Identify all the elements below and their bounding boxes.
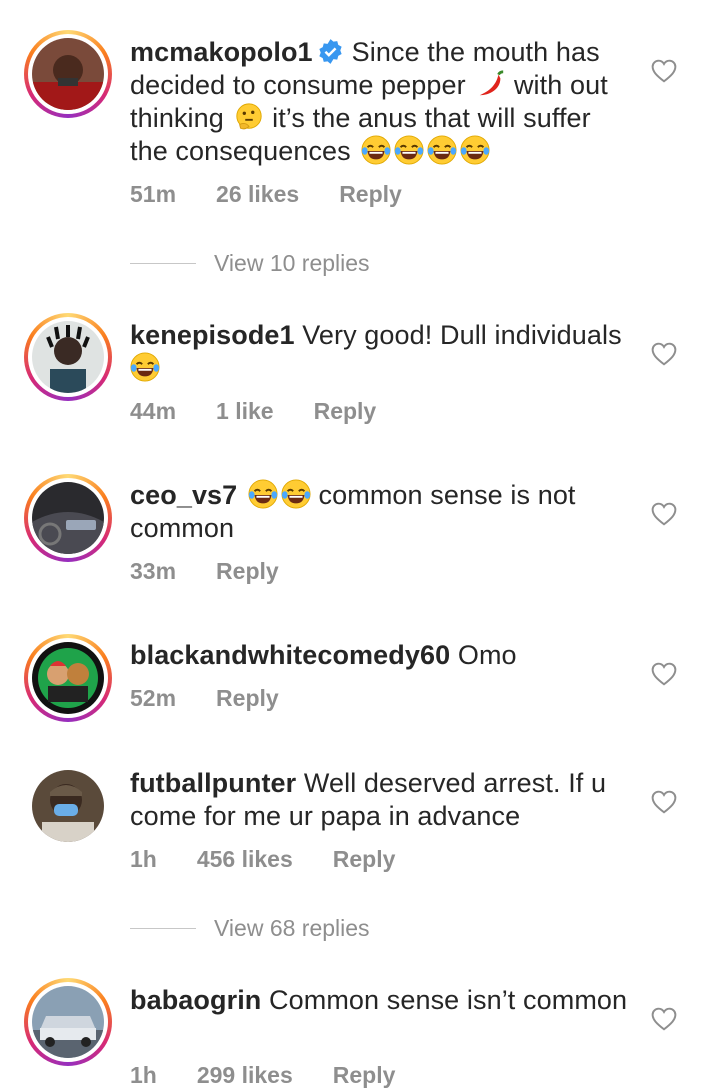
username[interactable]: mcmakopolo1 — [130, 37, 313, 67]
divider-line — [130, 928, 196, 929]
username[interactable]: ceo_vs7 — [130, 480, 237, 510]
timestamp: 51m — [130, 181, 177, 207]
comment-meta: 33m Reply — [130, 558, 319, 585]
username[interactable]: babaogrin — [130, 985, 261, 1015]
comment-text: blackandwhitecomedy60 Omo — [130, 639, 630, 672]
timestamp: 1h — [130, 1062, 157, 1088]
face-with-tears-of-joy-icon — [248, 479, 278, 509]
avatar[interactable] — [24, 30, 112, 118]
comment-text: ceo_vs7 common sense is not common — [130, 479, 630, 545]
timestamp: 1h — [130, 846, 157, 872]
avatar[interactable] — [24, 474, 112, 562]
reply-button[interactable]: Reply — [339, 181, 402, 208]
username[interactable]: futballpunter — [130, 768, 296, 798]
like-count[interactable]: 456 likes — [197, 846, 293, 873]
comment-meta: 1h 299 likes Reply — [130, 1062, 435, 1089]
avatar[interactable] — [24, 978, 112, 1066]
reply-button[interactable]: Reply — [333, 1062, 396, 1089]
username[interactable]: blackandwhitecomedy60 — [130, 640, 450, 670]
avatar[interactable] — [24, 762, 112, 850]
view-replies-button[interactable]: View 10 replies — [130, 250, 370, 277]
view-replies-label[interactable]: View 68 replies — [214, 915, 370, 942]
reply-button[interactable]: Reply — [314, 398, 377, 425]
comment-text: futballpunter Well deserved arrest. If u… — [130, 767, 630, 833]
comment-body: Very good! Dull individuals — [302, 320, 622, 350]
like-heart-icon[interactable] — [651, 342, 677, 366]
face-with-tears-of-joy-icon — [394, 135, 424, 165]
face-with-tears-of-joy-icon — [427, 135, 457, 165]
like-heart-icon[interactable] — [651, 662, 677, 686]
face-with-tears-of-joy-icon — [130, 352, 160, 382]
view-replies-button[interactable]: View 68 replies — [130, 915, 370, 942]
comment-meta: 44m 1 like Reply — [130, 398, 416, 425]
comment-text: babaogrin Common sense isn’t common — [130, 984, 630, 1017]
reply-button[interactable]: Reply — [216, 558, 279, 585]
comment-body: Common sense isn’t common — [269, 985, 628, 1015]
reply-button[interactable]: Reply — [216, 685, 279, 712]
comment-body: Omo — [457, 640, 517, 670]
face-with-tears-of-joy-icon — [460, 135, 490, 165]
like-count[interactable]: 299 likes — [197, 1062, 293, 1089]
thinking-face-emoji-icon — [236, 103, 263, 130]
hot-pepper-emoji-icon — [480, 70, 504, 96]
view-replies-label[interactable]: View 10 replies — [214, 250, 370, 277]
like-count[interactable]: 26 likes — [216, 181, 299, 208]
face-with-tears-of-joy-icon — [281, 479, 311, 509]
comment-text: kenepisode1 Very good! Dull individuals — [130, 319, 630, 385]
divider-line — [130, 263, 196, 264]
avatar[interactable] — [24, 634, 112, 722]
comment-meta: 51m 26 likes Reply — [130, 181, 442, 208]
username[interactable]: kenepisode1 — [130, 320, 295, 350]
like-heart-icon[interactable] — [651, 59, 677, 83]
like-heart-icon[interactable] — [651, 502, 677, 526]
like-heart-icon[interactable] — [651, 1007, 677, 1031]
timestamp: 52m — [130, 685, 177, 711]
face-with-tears-of-joy-icon — [361, 135, 391, 165]
like-heart-icon[interactable] — [651, 790, 677, 814]
avatar[interactable] — [24, 313, 112, 401]
timestamp: 44m — [130, 398, 177, 424]
reply-button[interactable]: Reply — [333, 846, 396, 873]
like-count[interactable]: 1 like — [216, 398, 274, 425]
verified-badge-icon — [319, 39, 342, 64]
timestamp: 33m — [130, 558, 177, 584]
comment-meta: 52m Reply — [130, 685, 319, 712]
comment-text: mcmakopolo1 Since the mouth has decided t… — [130, 36, 630, 168]
comment-meta: 1h 456 likes Reply — [130, 846, 435, 873]
